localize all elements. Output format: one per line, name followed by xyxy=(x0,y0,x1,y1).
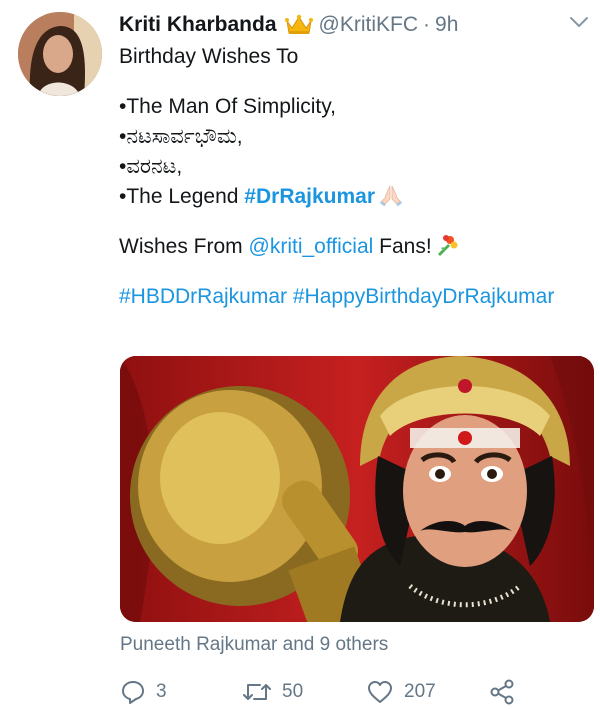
chevron-down-icon[interactable] xyxy=(568,14,590,30)
author-handle[interactable]: @KritiKFC xyxy=(319,13,418,37)
reply-button[interactable]: 3 xyxy=(120,679,167,705)
reply-count: 3 xyxy=(156,681,167,702)
mention-link[interactable]: @kriti_official xyxy=(249,235,374,258)
text-fragment: Fans! xyxy=(373,235,432,258)
text-fragment: •The Legend xyxy=(119,185,245,208)
text-line: Birthday Wishes To xyxy=(119,45,299,68)
tweet-media-image[interactable] xyxy=(120,356,594,622)
share-button[interactable] xyxy=(488,679,526,705)
reply-icon xyxy=(120,679,156,705)
bouquet-icon xyxy=(436,234,458,265)
retweet-count: 50 xyxy=(282,681,304,702)
crown-icon xyxy=(284,14,313,36)
tweet-action-bar: 3 50 207 xyxy=(120,679,590,709)
like-button[interactable]: 207 xyxy=(366,679,436,705)
retweet-button[interactable]: 50 xyxy=(242,679,303,705)
text-line: •ವರನಟ, xyxy=(119,155,183,178)
text-line: Wishes From @kriti_official Fans! xyxy=(119,232,589,262)
tweet-header: Kriti Kharbanda @KritiKFC · 9h xyxy=(119,10,458,40)
separator-dot: · xyxy=(423,13,431,36)
praying-hands-icon xyxy=(379,184,403,215)
text-line: •The Man Of Simplicity, xyxy=(119,95,337,118)
text-line: #HBDDrRajkumar #HappyBirthdayDrRajkumar xyxy=(119,282,589,312)
hashtag-link[interactable]: #HappyBirthdayDrRajkumar xyxy=(293,285,554,308)
text-line: •The Legend #DrRajkumar xyxy=(119,182,589,212)
liked-by-summary[interactable]: Puneeth Rajkumar and 9 others xyxy=(120,634,388,656)
author-name[interactable]: Kriti Kharbanda xyxy=(119,13,277,37)
tweet-text: Birthday Wishes To •The Man Of Simplicit… xyxy=(119,42,589,312)
author-avatar[interactable] xyxy=(18,12,102,96)
text-fragment: Wishes From xyxy=(119,235,249,258)
like-icon xyxy=(366,679,404,705)
tweet-timestamp[interactable]: 9h xyxy=(435,13,458,37)
retweet-icon xyxy=(242,679,282,705)
hashtag-link[interactable]: #HBDDrRajkumar xyxy=(119,285,287,308)
share-icon xyxy=(488,679,526,705)
like-count: 207 xyxy=(404,681,436,702)
hashtag-link[interactable]: #DrRajkumar xyxy=(244,185,375,208)
text-line: •ನಟಸಾರ್ವಭೌಮ, xyxy=(119,125,243,148)
